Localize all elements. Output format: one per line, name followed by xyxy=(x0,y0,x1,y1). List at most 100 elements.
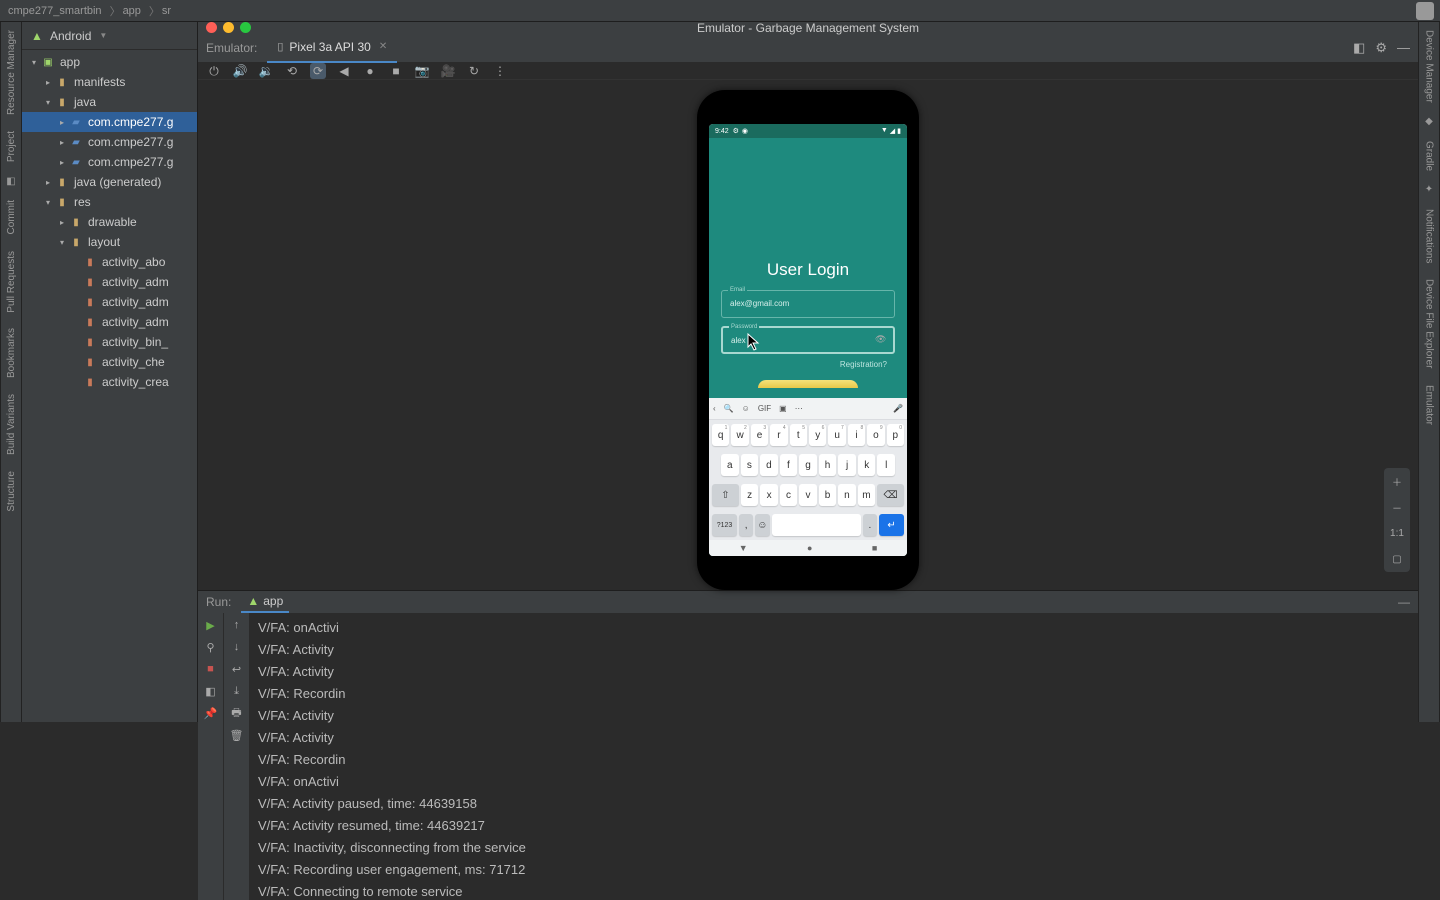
tree-row[interactable]: activity_adm xyxy=(22,312,197,332)
kb-clipboard-icon[interactable]: ▣ xyxy=(779,404,787,413)
breadcrumb-1[interactable]: app xyxy=(123,5,141,17)
login-button[interactable] xyxy=(758,380,858,388)
kb-search-icon[interactable]: 🔍 xyxy=(724,404,734,413)
layout-icon[interactable]: ◧ xyxy=(203,683,219,699)
wrap-icon[interactable]: ↩ xyxy=(229,661,245,677)
kb-gif-button[interactable]: GIF xyxy=(758,404,771,413)
screenshot-icon[interactable]: 📷 xyxy=(414,63,430,79)
tool-tab-pull-requests[interactable]: Pull Requests xyxy=(6,247,17,317)
key-x[interactable]: x xyxy=(760,484,777,506)
rotate-right-icon[interactable]: ⟳ xyxy=(310,63,326,79)
volume-up-icon[interactable]: 🔊 xyxy=(232,63,248,79)
tool-tab-emulator[interactable]: Emulator xyxy=(1424,381,1435,429)
screenrecord-icon[interactable]: 🎥 xyxy=(440,63,456,79)
key-h[interactable]: h xyxy=(819,454,837,476)
tree-row[interactable]: ▸manifests xyxy=(22,72,197,92)
nav-back-icon[interactable]: ▼ xyxy=(739,543,748,553)
back-icon[interactable]: ◀ xyxy=(336,63,352,79)
key-i[interactable]: i8 xyxy=(848,424,865,446)
tree-row[interactable]: activity_bin_ xyxy=(22,332,197,352)
key-k[interactable]: k xyxy=(858,454,876,476)
pin-icon[interactable]: 📌 xyxy=(203,705,219,721)
key-c[interactable]: c xyxy=(780,484,797,506)
tree-row[interactable]: ▾layout xyxy=(22,232,197,252)
key-w[interactable]: w2 xyxy=(731,424,748,446)
power-icon[interactable]: ⏻ xyxy=(206,63,222,79)
down-icon[interactable]: ↓ xyxy=(229,639,245,655)
tree-row[interactable]: ▸drawable xyxy=(22,212,197,232)
key-j[interactable]: j xyxy=(838,454,856,476)
key-o[interactable]: o9 xyxy=(867,424,884,446)
kb-back-icon[interactable]: ‹ xyxy=(713,404,716,413)
minimize-icon[interactable]: — xyxy=(1397,40,1410,56)
more-icon[interactable]: ⋮ xyxy=(492,63,508,79)
breadcrumb-2[interactable]: sr xyxy=(162,5,171,17)
email-field[interactable]: Email alex@gmail.com xyxy=(721,290,895,318)
key-z[interactable]: z xyxy=(741,484,758,506)
key-e[interactable]: e3 xyxy=(751,424,768,446)
key-v[interactable]: v xyxy=(799,484,816,506)
up-icon[interactable]: ↑ xyxy=(229,617,245,633)
key-l[interactable]: l xyxy=(877,454,895,476)
attach-icon[interactable]: ⚲ xyxy=(203,639,219,655)
tool-tab-gradle[interactable]: Gradle xyxy=(1424,137,1435,175)
tool-tab-device-file-explorer[interactable]: Device File Explorer xyxy=(1424,275,1435,372)
tool-tab-commit[interactable]: Commit xyxy=(6,196,17,238)
tree-row[interactable]: activity_adm xyxy=(22,292,197,312)
tree-row[interactable]: activity_crea xyxy=(22,372,197,392)
zoom-11-icon[interactable]: 1:1 xyxy=(1390,524,1404,542)
dock-icon[interactable]: ◧ xyxy=(1353,40,1365,56)
zoom-out-icon[interactable]: － xyxy=(1392,498,1402,516)
window-minimize-icon[interactable] xyxy=(223,22,234,33)
stop-icon[interactable]: ■ xyxy=(388,63,404,79)
key-g[interactable]: g xyxy=(799,454,817,476)
rail-icon[interactable]: ◧ xyxy=(4,174,18,188)
key-r[interactable]: r4 xyxy=(770,424,787,446)
tree-row[interactable]: ▸com.cmpe277.g xyxy=(22,152,197,172)
tool-tab-build-variants[interactable]: Build Variants xyxy=(6,390,17,459)
clear-icon[interactable]: 🗑 xyxy=(229,727,245,743)
enter-key[interactable]: ↵ xyxy=(879,514,904,536)
tool-tab-device-manager[interactable]: Device Manager xyxy=(1424,26,1435,107)
tree-row[interactable]: ▸com.cmpe277.g xyxy=(22,132,197,152)
kb-more-icon[interactable]: ⋯ xyxy=(795,404,803,413)
key-m[interactable]: m xyxy=(858,484,875,506)
key-u[interactable]: u7 xyxy=(828,424,845,446)
project-view-selector[interactable]: ▲ Android ▼ xyxy=(22,22,197,50)
key-y[interactable]: y6 xyxy=(809,424,826,446)
reload-icon[interactable]: ↻ xyxy=(466,63,482,79)
tree-row[interactable]: activity_che xyxy=(22,352,197,372)
symbols-key[interactable]: ?123 xyxy=(712,514,737,536)
shift-key[interactable]: ⇧ xyxy=(712,484,739,506)
visibility-off-icon[interactable]: 👁 xyxy=(875,334,887,346)
comma-key[interactable]: , xyxy=(739,514,753,536)
emulator-device-tab[interactable]: ▯ Pixel 3a API 30 ✕ xyxy=(267,33,397,63)
tool-tab-bookmarks[interactable]: Bookmarks xyxy=(6,324,17,382)
rerun-icon[interactable]: ▶ xyxy=(203,617,219,633)
password-field[interactable]: Password alex 👁 xyxy=(721,326,895,354)
stop-run-icon[interactable]: ■ xyxy=(203,661,219,677)
print-icon[interactable]: 🖶 xyxy=(229,705,245,721)
emoji-key[interactable]: ☺ xyxy=(755,514,769,536)
soft-keyboard[interactable]: ‹ 🔍 ☺ GIF ▣ ⋯ 🎤 q1w2e3r4t5y6u7i8o9p0 asd… xyxy=(709,398,907,556)
key-n[interactable]: n xyxy=(838,484,855,506)
window-maximize-icon[interactable] xyxy=(240,22,251,33)
nav-home-icon[interactable]: ● xyxy=(807,543,812,553)
kb-mic-icon[interactable]: 🎤 xyxy=(893,404,903,413)
nav-recent-icon[interactable]: ■ xyxy=(872,543,877,553)
kb-sticker-icon[interactable]: ☺ xyxy=(742,404,750,413)
tree-row[interactable]: ▸com.cmpe277.g xyxy=(22,112,197,132)
settings-icon[interactable]: ⚙ xyxy=(1375,40,1387,56)
run-tab-app[interactable]: ▲ app xyxy=(241,591,289,613)
tool-tab-structure[interactable]: Structure xyxy=(6,467,17,516)
space-key[interactable] xyxy=(772,514,861,536)
tree-row[interactable]: ▾java xyxy=(22,92,197,112)
rotate-left-icon[interactable]: ⟲ xyxy=(284,63,300,79)
tree-row[interactable]: activity_abo xyxy=(22,252,197,272)
tree-row[interactable]: ▸java (generated) xyxy=(22,172,197,192)
zoom-in-icon[interactable]: ＋ xyxy=(1392,472,1402,490)
tool-tab-notifications[interactable]: Notifications xyxy=(1424,205,1435,267)
run-console[interactable]: V/FA: onActiviV/FA: ActivityV/FA: Activi… xyxy=(250,613,1418,900)
project-tree[interactable]: ▾app▸manifests▾java▸com.cmpe277.g▸com.cm… xyxy=(22,50,197,722)
avatar[interactable] xyxy=(1416,2,1434,20)
